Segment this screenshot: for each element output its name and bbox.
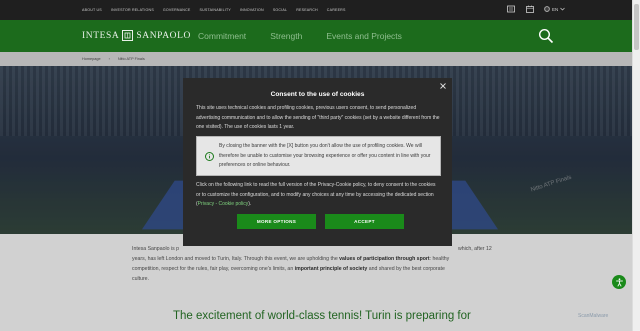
watermark: ScanMalware <box>578 313 609 319</box>
logo-text-left: INTESA <box>82 30 120 41</box>
search-icon[interactable] <box>538 28 554 44</box>
info-icon <box>205 152 214 161</box>
top-icons: EN <box>506 4 566 14</box>
language-label: EN <box>552 6 559 12</box>
content-line-2-a: years, has left London and moved to Turi… <box>132 256 340 262</box>
privacy-cookie-policy-link[interactable]: Privacy - Cookie policy <box>198 201 249 207</box>
cookie-consent-modal: Consent to the use of cookies This site … <box>183 78 452 246</box>
top-link-sustainability[interactable]: Sustainability <box>199 8 231 12</box>
content-line-4: culture. <box>132 276 150 282</box>
close-icon[interactable] <box>439 82 447 90</box>
calendar-icon[interactable] <box>525 4 535 14</box>
logo-mark-icon <box>122 30 134 41</box>
content-line-3: competition, respect for the rules, fair… <box>132 264 492 274</box>
content-line-1-start: Intesa Sanpaolo is p <box>132 246 180 252</box>
top-link-careers[interactable]: Careers <box>327 8 346 12</box>
main-content: Intesa Sanpaolo is p which, after 12 yea… <box>0 234 632 331</box>
globe-icon <box>544 6 550 12</box>
modal-notice-box: By closing the banner with the [X] butto… <box>196 136 441 176</box>
logo-text-right: SANPAOLO <box>136 30 191 41</box>
newspaper-icon[interactable] <box>506 4 516 14</box>
top-link-investor-relations[interactable]: Investor relations <box>111 8 154 12</box>
nav-item-commitment[interactable]: Commitment <box>198 31 246 41</box>
top-link-about[interactable]: About us <box>82 8 102 12</box>
content-line-2-b: : healthy <box>429 256 450 262</box>
breadcrumb-home[interactable]: Homepage <box>82 57 101 61</box>
hero-banner-text: Nitto ATP Finals <box>530 174 573 194</box>
breadcrumb: Homepage › Nitto ATP Finals <box>0 52 632 66</box>
content-line-2: years, has left London and moved to Turi… <box>132 254 492 264</box>
top-link-governance[interactable]: Governance <box>163 8 191 12</box>
accept-button[interactable]: ACCEPT <box>325 214 404 229</box>
top-links: About us Investor relations Governance S… <box>82 0 346 20</box>
more-options-button[interactable]: MORE OPTIONS <box>237 214 316 229</box>
top-link-social[interactable]: Social <box>273 8 287 12</box>
scrollbar-thumb[interactable] <box>634 4 639 50</box>
modal-more-text-end: ). <box>248 201 252 207</box>
main-navigation: INTESA SANPAOLO Commitment Strength Even… <box>0 20 632 52</box>
chevron-down-icon <box>560 7 566 11</box>
section-headline: The excitement of world-class tennis! Tu… <box>173 310 471 322</box>
breadcrumb-current: Nitto ATP Finals <box>117 57 145 61</box>
content-line-1-end: which, after 12 <box>458 246 492 252</box>
breadcrumb-separator-icon: › <box>108 57 110 61</box>
brand-logo[interactable]: INTESA SANPAOLO <box>82 30 191 41</box>
language-selector[interactable]: EN <box>544 6 566 12</box>
modal-title: Consent to the use of cookies <box>270 91 365 98</box>
content-line-2-bold: values of participation through sport <box>339 256 430 262</box>
modal-more-text: Click on the following link to read the … <box>196 181 441 210</box>
top-utility-bar: About us Investor relations Governance S… <box>0 0 632 20</box>
page-scrollbar[interactable] <box>632 0 640 331</box>
nav-links: Commitment Strength Events and Projects <box>198 20 402 52</box>
top-link-research[interactable]: Research <box>296 8 318 12</box>
modal-notice-text: By closing the banner with the [X] butto… <box>219 143 431 168</box>
content-line-3-a: competition, respect for the rules, fair… <box>132 266 295 272</box>
nav-item-events-projects[interactable]: Events and Projects <box>326 31 402 41</box>
top-link-innovation[interactable]: Innovation <box>240 8 264 12</box>
accessibility-icon[interactable] <box>612 275 626 289</box>
modal-intro-text: This site uses technical cookies and pro… <box>196 105 440 130</box>
content-line-3-b: and shared by the best corporate <box>367 266 445 272</box>
content-line-3-bold: important principle of society <box>294 266 368 272</box>
nav-item-strength[interactable]: Strength <box>270 31 302 41</box>
